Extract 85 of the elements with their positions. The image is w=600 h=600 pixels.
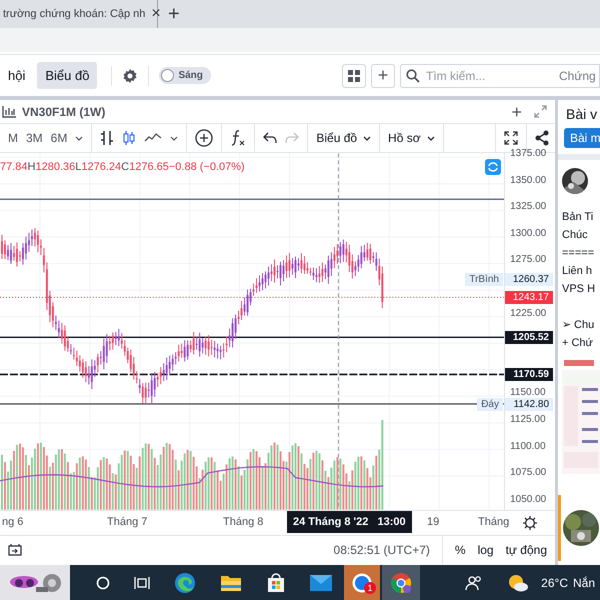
dropdown-menu[interactable]: Biểu đồ xyxy=(316,131,372,145)
sidebar-tab[interactable]: Bài v xyxy=(558,100,600,128)
notification-badge: 1 xyxy=(364,582,376,594)
task-view-icon[interactable] xyxy=(134,576,150,590)
scale-option[interactable]: log xyxy=(478,542,494,556)
price-tag: 1205.52 xyxy=(505,331,553,344)
axis-label: 1100.00 xyxy=(510,440,546,452)
axis-label: 19 xyxy=(427,516,440,528)
post-text: ===== xyxy=(562,246,596,261)
axis-label: 1050.00 xyxy=(510,494,546,505)
browser-app-button[interactable] xyxy=(382,565,420,600)
price-tag: 1170.59 xyxy=(505,368,553,382)
post-text: Chúc xyxy=(562,228,589,243)
add-button[interactable]: + xyxy=(371,64,395,88)
axis-label: Tháng 8 xyxy=(223,516,264,528)
mail-icon[interactable] xyxy=(310,574,332,590)
clock-text: 08:52:51 (UTC+7) xyxy=(334,542,430,556)
axis-label: Tháng xyxy=(478,516,510,528)
price-tag: 1142.80 xyxy=(505,398,553,412)
post-text: Liên h xyxy=(562,264,593,279)
dropdown-menu[interactable]: Hồ sơ xyxy=(388,131,435,145)
axis-label: ng 6 xyxy=(2,516,24,528)
crosshair-date-label: 24 Tháng 8 '22 13:00 xyxy=(287,511,412,533)
browser-tab[interactable]: trường chứng khoán: Cập nh × xyxy=(0,0,158,28)
folder-icon[interactable] xyxy=(220,574,242,592)
caret-icon[interactable] xyxy=(170,136,178,140)
expand-icon[interactable] xyxy=(534,105,547,118)
browser-icon[interactable] xyxy=(174,572,196,594)
settings-icon[interactable] xyxy=(122,68,138,84)
browser-icon xyxy=(390,572,412,594)
interval-button[interactable]: 6M xyxy=(50,131,68,145)
axis-label: 1300.00 xyxy=(510,228,546,239)
add-button[interactable]: + xyxy=(511,102,522,120)
symbol-title: VN30F1M (1W) xyxy=(22,104,106,118)
axis-label: 1375.00 xyxy=(510,148,546,159)
scale-option[interactable]: % xyxy=(454,542,466,556)
post-text: VPS H xyxy=(562,282,596,297)
axis-label: 1075.00 xyxy=(510,467,546,478)
undo-icon[interactable] xyxy=(263,132,278,144)
axis-label: 1125.00 xyxy=(510,414,546,425)
post-text: ➢ Chu xyxy=(562,318,596,333)
chat-app-button[interactable]: 1 xyxy=(344,565,380,600)
scale-option[interactable]: tự động xyxy=(506,542,547,556)
caret-icon xyxy=(426,136,435,140)
weather-icon[interactable] xyxy=(507,574,530,592)
theme-toggle[interactable]: Sáng xyxy=(159,67,211,84)
axis-label: 1350.00 xyxy=(510,174,546,186)
interval-button[interactable]: M xyxy=(8,131,18,145)
temperature-text: 26°C xyxy=(541,576,568,590)
bar-chart-icon[interactable] xyxy=(100,130,114,146)
axis-label: 1225.00 xyxy=(510,308,546,319)
interval-button[interactable]: 3M xyxy=(26,131,43,145)
axis-label: 1325.00 xyxy=(510,201,546,212)
caret-icon xyxy=(363,136,372,140)
axis-label: 1150.00 xyxy=(510,387,546,398)
date-range-icon[interactable] xyxy=(8,543,22,556)
line-chart-icon[interactable] xyxy=(144,133,162,143)
axis-label: Tháng 7 xyxy=(107,516,148,528)
sync-icon[interactable] xyxy=(485,159,501,175)
people-icon[interactable] xyxy=(465,574,484,590)
settings-icon[interactable] xyxy=(523,516,537,530)
share-icon[interactable] xyxy=(535,130,549,146)
layout-grid-icon[interactable] xyxy=(342,64,366,88)
new-tab-button[interactable]: + xyxy=(168,4,180,24)
tab-title: trường chứng khoán: Cập nh xyxy=(3,8,146,20)
add-indicator-icon[interactable] xyxy=(195,129,214,147)
function-icon[interactable] xyxy=(230,129,246,147)
chart-icon xyxy=(2,106,16,118)
ohlc-legend: 77.84H1280.36L1276.24C1276.65−0.88 (−0.07%) xyxy=(0,161,245,173)
nav-tab[interactable]: hội xyxy=(0,62,34,89)
fullscreen-icon[interactable] xyxy=(504,131,518,145)
line-label: TrBình xyxy=(465,272,503,286)
line-label: Đáy xyxy=(477,398,503,412)
price-tag: 1243.17 xyxy=(505,291,553,304)
axis-label: 1275.00 xyxy=(510,254,546,266)
search-circle-icon[interactable] xyxy=(96,576,110,590)
weather-text: Nắn xyxy=(572,576,595,590)
post-text: + Chứ xyxy=(562,336,594,351)
caret-icon[interactable] xyxy=(75,136,84,140)
price-tag: 1260.37 xyxy=(505,272,553,286)
new-post-button[interactable]: Bài m xyxy=(564,128,600,148)
store-icon[interactable] xyxy=(266,572,286,592)
candlestick-icon[interactable] xyxy=(122,130,136,146)
post-text: Bản Ti xyxy=(562,210,594,225)
nav-tab[interactable]: Biểu đồ xyxy=(37,62,98,89)
